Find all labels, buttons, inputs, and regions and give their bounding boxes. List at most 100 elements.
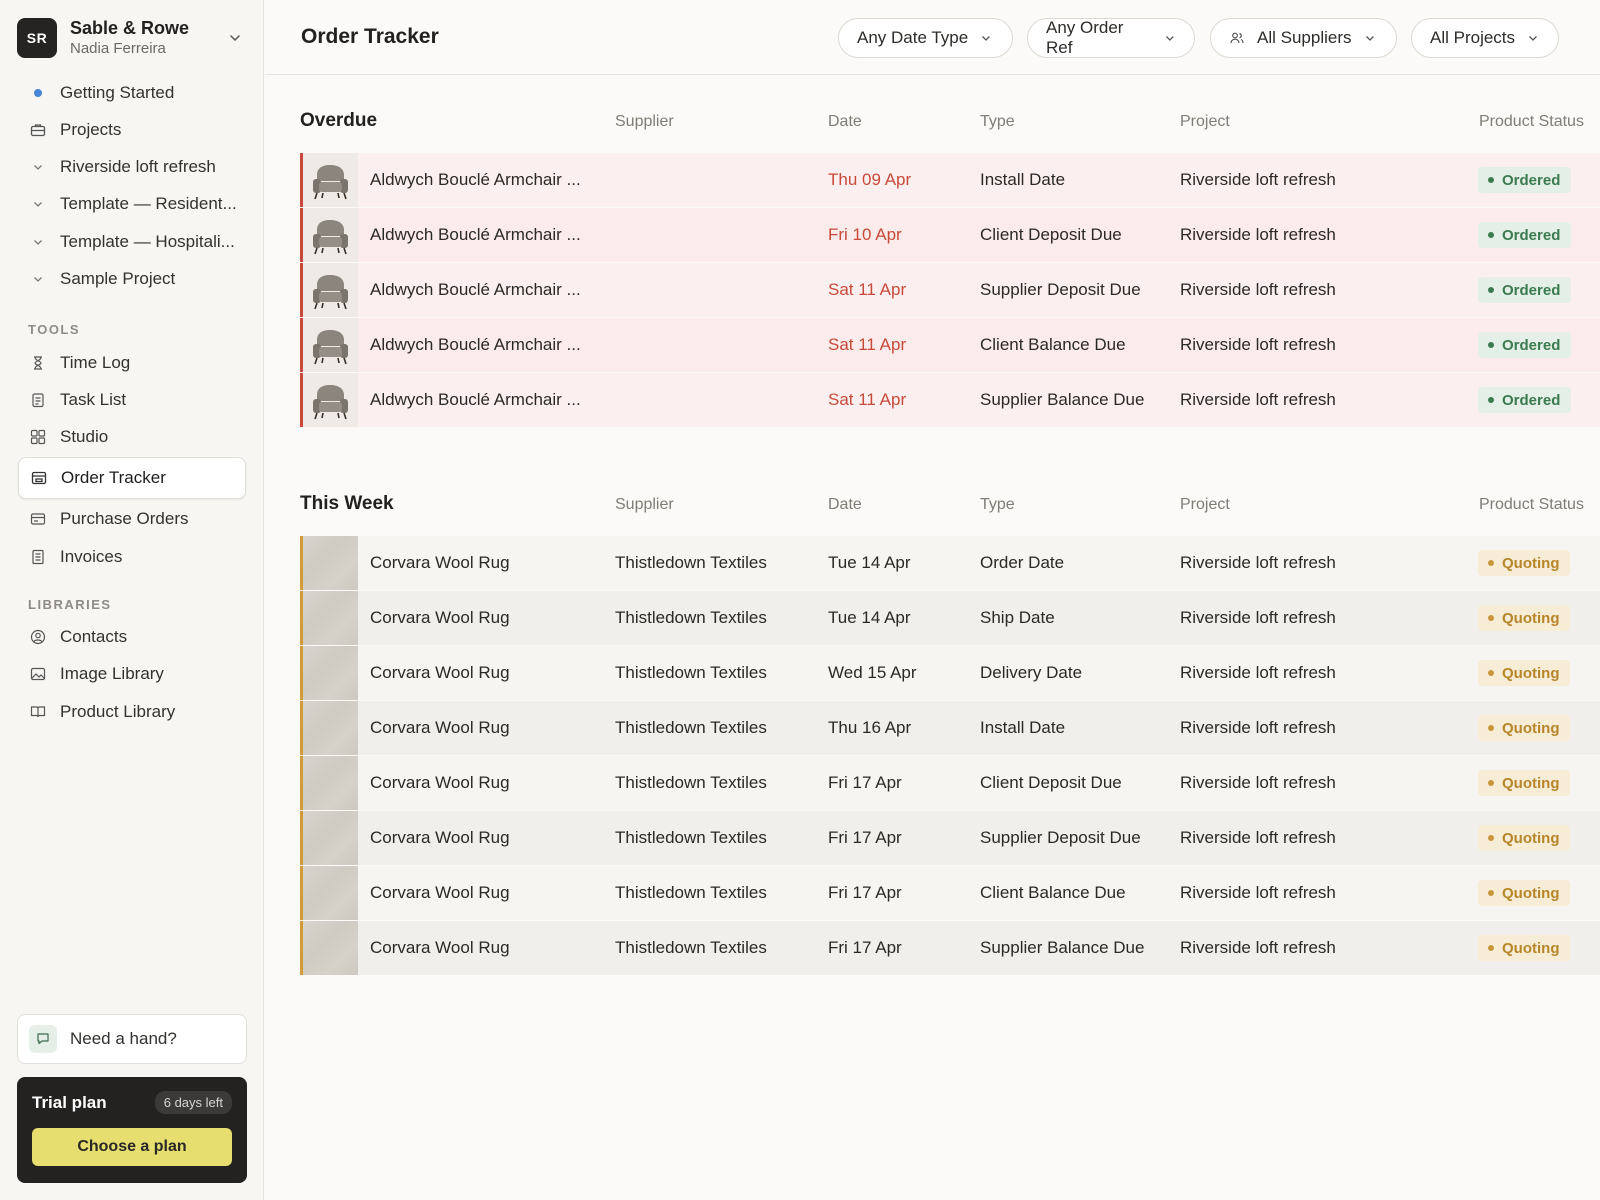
type-cell: Order Date	[980, 553, 1065, 572]
product-thumbnail	[303, 866, 358, 920]
table-row[interactable]: Corvara Wool Rug Thistledown Textiles Fri …	[300, 811, 1600, 865]
chevron-down-icon	[30, 271, 46, 287]
table-row[interactable]: Corvara Wool Rug Thistledown Textiles Fri …	[300, 866, 1600, 920]
filter-label: All Suppliers	[1257, 28, 1352, 47]
workspace-switcher[interactable]: SR Sable & Rowe Nadia Ferreira	[17, 17, 247, 59]
help-button[interactable]: Need a hand?	[17, 1014, 247, 1064]
status-badge[interactable]: Quoting	[1478, 880, 1571, 906]
sidebar-item-sample-project[interactable]: Sample Project	[18, 259, 246, 299]
table-row[interactable]: Corvara Wool Rug Thistledown Textiles Tue …	[300, 591, 1600, 645]
table-row[interactable]: Corvara Wool Rug Thistledown Textiles Fri …	[300, 756, 1600, 810]
project-cell: Riverside loft refresh	[1180, 773, 1336, 792]
item-name[interactable]: Corvara Wool Rug	[370, 921, 510, 975]
column-header-product-status: Product Status	[1479, 113, 1584, 130]
table-row[interactable]: Aldwych Bouclé Armchair ... Sat 11 Apr Sup…	[300, 263, 1600, 317]
table-row[interactable]: Corvara Wool Rug Thistledown Textiles Tue …	[300, 536, 1600, 590]
libraries-section-label: LIBRARIES	[28, 597, 112, 612]
item-name[interactable]: Aldwych Bouclé Armchair ...	[370, 153, 581, 207]
table-row[interactable]: Aldwych Bouclé Armchair ... Sat 11 Apr Sup…	[300, 373, 1600, 427]
projects-filter[interactable]: All Projects	[1411, 18, 1559, 58]
column-header-project: Project	[1180, 113, 1230, 130]
order-ref-filter[interactable]: Any Order Ref	[1027, 18, 1195, 58]
item-name[interactable]: Aldwych Bouclé Armchair ...	[370, 373, 581, 427]
table-row[interactable]: Corvara Wool Rug Thistledown Textiles Fri …	[300, 921, 1600, 975]
item-name[interactable]: Corvara Wool Rug	[370, 646, 510, 700]
date-cell: Thu 09 Apr	[828, 170, 912, 189]
choose-plan-button[interactable]: Choose a plan	[32, 1128, 232, 1166]
sidebar-item-label: Product Library	[60, 702, 176, 721]
status-label: Quoting	[1502, 554, 1560, 572]
status-badge[interactable]: Ordered	[1478, 332, 1572, 358]
item-name[interactable]: Aldwych Bouclé Armchair ...	[370, 263, 581, 317]
status-badge[interactable]: Quoting	[1478, 605, 1571, 631]
sidebar-item-template-residential[interactable]: Template — Resident...	[18, 184, 246, 224]
item-name[interactable]: Corvara Wool Rug	[370, 591, 510, 645]
project-cell: Riverside loft refresh	[1180, 553, 1336, 572]
sidebar-item-getting-started[interactable]: Getting Started	[18, 73, 246, 113]
table-row[interactable]: Aldwych Bouclé Armchair ... Fri 10 Apr Cli…	[300, 208, 1600, 262]
status-label: Ordered	[1502, 391, 1561, 409]
status-badge[interactable]: Quoting	[1478, 935, 1571, 961]
sidebar-item-projects[interactable]: Projects	[18, 110, 246, 150]
item-name[interactable]: Corvara Wool Rug	[370, 756, 510, 810]
status-badge[interactable]: Ordered	[1478, 222, 1572, 248]
sidebar-item-template-hospitality[interactable]: Template — Hospitali...	[18, 222, 246, 262]
item-name[interactable]: Corvara Wool Rug	[370, 536, 510, 590]
sidebar-item-studio[interactable]: Studio	[18, 417, 246, 457]
status-label: Quoting	[1502, 829, 1560, 847]
page-title: Order Tracker	[301, 25, 439, 48]
item-name[interactable]: Aldwych Bouclé Armchair ...	[370, 208, 581, 262]
supplier-cell: Thistledown Textiles	[615, 828, 767, 847]
column-header-project: Project	[1180, 496, 1230, 513]
column-header-type: Type	[980, 496, 1015, 513]
status-label: Ordered	[1502, 336, 1561, 354]
sidebar-item-contacts[interactable]: Contacts	[18, 617, 246, 657]
sidebar-item-riverside-loft-refresh[interactable]: Riverside loft refresh	[18, 147, 246, 187]
status-label: Quoting	[1502, 609, 1560, 627]
item-name[interactable]: Corvara Wool Rug	[370, 701, 510, 755]
date-type-filter[interactable]: Any Date Type	[838, 18, 1013, 58]
table-row[interactable]: Corvara Wool Rug Thistledown Textiles Wed …	[300, 646, 1600, 700]
project-cell: Riverside loft refresh	[1180, 718, 1336, 737]
supplier-cell: Thistledown Textiles	[615, 553, 767, 572]
type-cell: Client Balance Due	[980, 883, 1126, 902]
sidebar-item-label: Getting Started	[60, 83, 175, 102]
status-label: Ordered	[1502, 281, 1561, 299]
sidebar-item-label: Projects	[60, 120, 122, 139]
sidebar-item-time-log[interactable]: Time Log	[18, 343, 246, 383]
status-badge[interactable]: Quoting	[1478, 660, 1571, 686]
item-name[interactable]: Aldwych Bouclé Armchair ...	[370, 318, 581, 372]
sidebar-item-order-tracker[interactable]: Order Tracker	[18, 457, 246, 499]
date-cell: Tue 14 Apr	[828, 553, 911, 572]
status-badge[interactable]: Quoting	[1478, 550, 1571, 576]
status-badge[interactable]: Quoting	[1478, 770, 1571, 796]
status-badge[interactable]: Quoting	[1478, 825, 1571, 851]
status-dot	[1488, 615, 1494, 621]
sidebar-item-image-library[interactable]: Image Library	[18, 654, 246, 694]
sidebar-item-purchase-orders[interactable]: Purchase Orders	[18, 499, 246, 539]
blue-dot-icon	[30, 85, 46, 101]
sidebar-item-label: Purchase Orders	[60, 509, 189, 528]
column-header-product-status: Product Status	[1479, 496, 1584, 513]
sidebar-item-task-list[interactable]: Task List	[18, 380, 246, 420]
briefcase-icon	[30, 122, 46, 138]
sidebar-item-label: Order Tracker	[61, 468, 166, 487]
item-name[interactable]: Corvara Wool Rug	[370, 811, 510, 865]
project-cell: Riverside loft refresh	[1180, 608, 1336, 627]
status-badge[interactable]: Ordered	[1478, 167, 1572, 193]
column-header-date: Date	[828, 113, 862, 130]
table-row[interactable]: Aldwych Bouclé Armchair ... Thu 09 Apr Ins…	[300, 153, 1600, 207]
date-cell: Sat 11 Apr	[828, 390, 907, 409]
sidebar-item-product-library[interactable]: Product Library	[18, 692, 246, 732]
status-badge[interactable]: Ordered	[1478, 277, 1572, 303]
status-badge[interactable]: Quoting	[1478, 715, 1571, 741]
product-thumbnail	[303, 536, 358, 590]
status-label: Ordered	[1502, 171, 1561, 189]
sidebar-item-invoices[interactable]: Invoices	[18, 537, 246, 577]
item-name[interactable]: Corvara Wool Rug	[370, 866, 510, 920]
status-badge[interactable]: Ordered	[1478, 387, 1572, 413]
table-row[interactable]: Aldwych Bouclé Armchair ... Sat 11 Apr Cli…	[300, 318, 1600, 372]
suppliers-filter[interactable]: All Suppliers	[1210, 18, 1397, 58]
status-label: Quoting	[1502, 939, 1560, 957]
table-row[interactable]: Corvara Wool Rug Thistledown Textiles Thu …	[300, 701, 1600, 755]
